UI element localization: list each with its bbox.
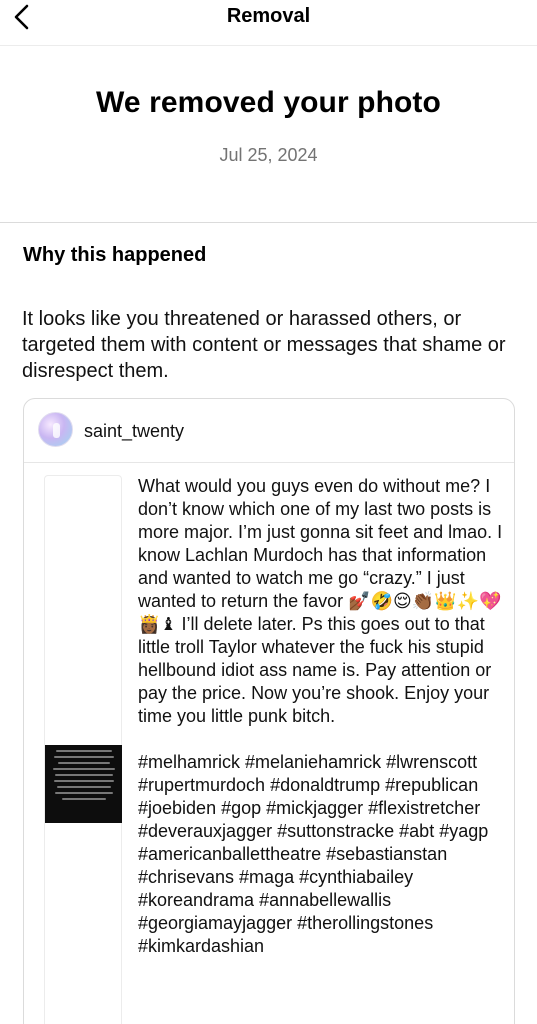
- why-heading: Why this happened: [23, 244, 207, 266]
- section-divider: [0, 222, 537, 223]
- post-thumbnail: [45, 745, 122, 823]
- removal-date: Jul 25, 2024: [219, 145, 318, 165]
- caption-text: What would you guys even do without me? …: [138, 476, 503, 726]
- removal-title: We removed your photo: [96, 86, 441, 119]
- post-caption: What would you guys even do without me? …: [138, 475, 508, 958]
- post-username: saint_twenty: [84, 421, 185, 441]
- caption-hashtags: #melhamrick #melaniehamrick #lwrenscott …: [138, 752, 489, 956]
- avatar-figure-icon: [53, 423, 60, 438]
- reason-text: It looks like you threatened or harassed…: [22, 308, 506, 382]
- avatar: [38, 412, 73, 447]
- top-nav-bar: Removal: [0, 0, 537, 46]
- post-header: saint_twenty: [24, 399, 514, 463]
- removed-post-card: saint_twenty What would you guys even do…: [23, 398, 515, 1024]
- nav-title: Removal: [226, 5, 311, 27]
